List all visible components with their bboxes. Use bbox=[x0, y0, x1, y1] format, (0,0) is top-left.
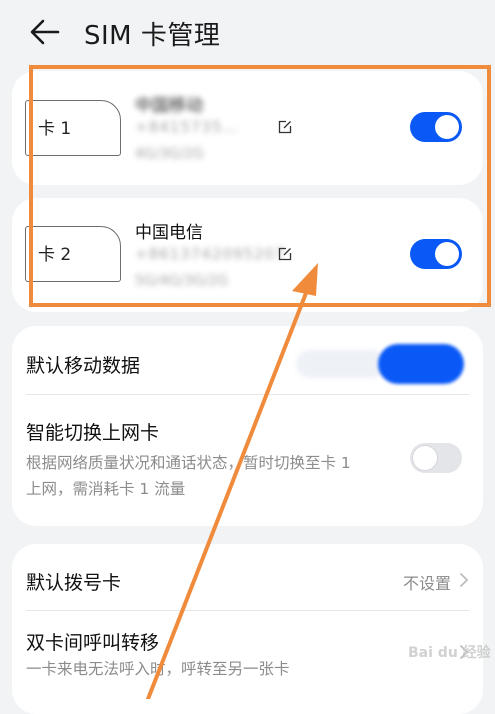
back-arrow-icon[interactable] bbox=[28, 16, 62, 48]
sim-carrier: 中国电信 bbox=[135, 223, 203, 243]
call-settings-card: 默认拨号卡 不设置 双卡间呼叫转移 一卡来电无法呼入时，呼转至另一张卡 bbox=[12, 544, 483, 714]
smart-switch-toggle[interactable] bbox=[410, 443, 462, 473]
baidu-watermark: Bai du 经验 bbox=[408, 645, 491, 661]
sim-chip-label: 卡 1 bbox=[38, 119, 72, 139]
smart-switch-label: 智能切换上网卡 bbox=[26, 422, 160, 444]
divider bbox=[26, 394, 469, 395]
call-forward-description: 一卡来电无法呼入时，呼转至另一张卡 bbox=[26, 660, 290, 678]
divider bbox=[26, 610, 469, 611]
default-data-label: 默认移动数据 bbox=[26, 355, 141, 377]
selected-sim-pill[interactable] bbox=[378, 344, 464, 384]
sim-number: +8613742095207 bbox=[135, 245, 286, 263]
selector-background bbox=[296, 350, 386, 378]
toggle-knob bbox=[413, 446, 437, 470]
default-data-selector[interactable] bbox=[286, 344, 466, 384]
data-settings-card: 默认移动数据 智能切换上网卡 根据网络质量状况和通话状态，暂时切换至卡 1 上网… bbox=[12, 326, 483, 526]
call-forward-label[interactable]: 双卡间呼叫转移 bbox=[26, 628, 159, 655]
sim-card-1[interactable]: 卡 1 中国移动 +8415735… 4G/3G/2G bbox=[12, 71, 483, 185]
smart-switch-description: 根据网络质量状况和通话状态，暂时切换至卡 1 上网，需消耗卡 1 流量 bbox=[26, 454, 351, 498]
toggle-knob bbox=[435, 115, 459, 139]
sim-chip-label: 卡 2 bbox=[38, 245, 72, 265]
chevron-right-icon bbox=[460, 573, 469, 587]
sim-number: +8415735… bbox=[135, 118, 239, 136]
sim-chip-icon: 卡 1 bbox=[25, 100, 121, 156]
sim1-toggle[interactable] bbox=[410, 112, 462, 142]
default-dial-label[interactable]: 默认拨号卡 bbox=[26, 568, 121, 595]
page-title: SIM 卡管理 bbox=[84, 21, 221, 51]
default-dial-value[interactable]: 不设置 bbox=[403, 570, 451, 594]
sim2-toggle[interactable] bbox=[410, 239, 462, 269]
edit-icon[interactable] bbox=[278, 247, 292, 261]
sim-network-types: 5G/4G/3G/2G bbox=[135, 273, 229, 289]
sim-chip-icon: 卡 2 bbox=[25, 226, 121, 282]
sim-network-types: 4G/3G/2G bbox=[135, 146, 204, 162]
sim-carrier: 中国移动 bbox=[135, 96, 203, 116]
app-header: SIM 卡管理 bbox=[0, 0, 495, 64]
sim-card-2[interactable]: 卡 2 中国电信 +8613742095207 5G/4G/3G/2G bbox=[12, 198, 483, 312]
toggle-knob bbox=[435, 242, 459, 266]
edit-icon[interactable] bbox=[278, 120, 292, 134]
